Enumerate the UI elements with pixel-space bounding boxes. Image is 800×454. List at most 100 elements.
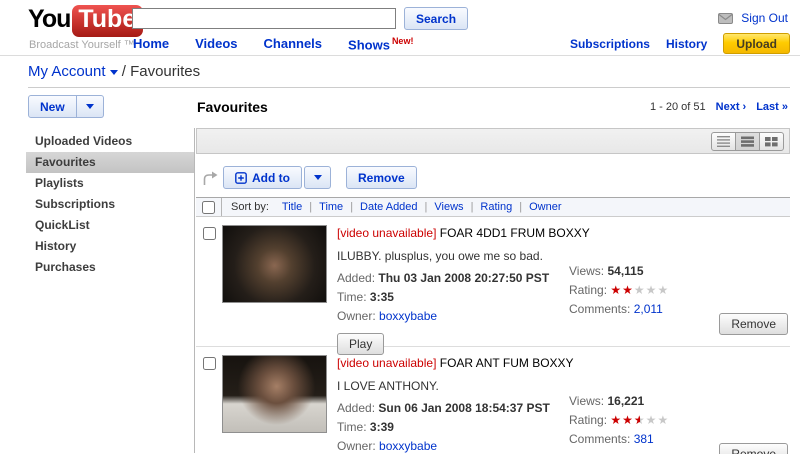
owner-link[interactable]: boxxybabe: [379, 439, 437, 453]
nav-shows[interactable]: Shows New!: [348, 36, 413, 52]
sort-views-link[interactable]: Views: [434, 201, 463, 213]
new-badge: New!: [391, 36, 414, 46]
sidebar-item-history[interactable]: History: [26, 236, 194, 257]
rating-line: Rating: ★★★ ★ ★★: [569, 413, 670, 427]
sort-time-link[interactable]: Time: [319, 201, 343, 213]
remove-selected-button[interactable]: Remove: [346, 166, 417, 189]
content-area: Add to Remove Sort by: Title | Time | Da…: [196, 128, 790, 454]
video-row: [video unavailable] FOAR ANT FUM BOXXY I…: [196, 347, 790, 454]
video-info: [video unavailable] FOAR 4DD1 FRUM BOXXY…: [337, 223, 590, 355]
sign-out-link[interactable]: Sign Out: [741, 11, 788, 25]
sidebar-item-quicklist[interactable]: QuickList: [26, 215, 194, 236]
row-checkbox-cell: [196, 353, 222, 454]
upload-button[interactable]: Upload: [723, 33, 790, 54]
sidebar-item-subscriptions[interactable]: Subscriptions: [26, 194, 194, 215]
views-line: Views: 16,221: [569, 394, 645, 408]
separator: |: [350, 201, 354, 213]
history-link[interactable]: History: [666, 37, 707, 51]
owner-line: Owner: boxxybabe: [337, 309, 438, 323]
sort-title-link[interactable]: Title: [282, 201, 302, 213]
sort-date-added-link[interactable]: Date Added: [360, 201, 418, 213]
subscriptions-link[interactable]: Subscriptions: [570, 37, 650, 51]
utility-bar: [196, 128, 790, 154]
sidebar-item-purchases[interactable]: Purchases: [26, 257, 194, 278]
video-description: ILUBBY. plusplus, you owe me so bad.: [337, 249, 543, 263]
nav-home[interactable]: Home: [133, 36, 169, 52]
remove-video-button[interactable]: Remove: [719, 313, 788, 335]
video-row: [video unavailable] FOAR 4DD1 FRUM BOXXY…: [196, 217, 790, 355]
video-title[interactable]: [video unavailable] FOAR ANT FUM BOXXY: [337, 356, 574, 370]
sort-row: Sort by: Title | Time | Date Added | Vie…: [196, 197, 790, 217]
video-checkbox[interactable]: [202, 357, 216, 370]
video-stats: Views: 16,221 Rating: ★★★ ★ ★★ Comments: 3…: [569, 353, 734, 454]
breadcrumb-my-account[interactable]: My Account: [28, 63, 106, 80]
pagination-next[interactable]: Next ›: [716, 101, 747, 113]
video-description: I LOVE ANTHONY.: [337, 379, 439, 393]
owner-link[interactable]: boxxybabe: [379, 309, 437, 323]
sort-by-label: Sort by:: [231, 201, 269, 213]
account-links: Subscriptions History Upload: [570, 33, 790, 54]
remove-video-button[interactable]: Remove: [719, 443, 788, 454]
nav-videos[interactable]: Videos: [195, 36, 237, 52]
list-compact-view-button[interactable]: [735, 132, 760, 151]
owner-line: Owner: boxxybabe: [337, 439, 438, 453]
separator: |: [519, 201, 523, 213]
separator: |: [424, 201, 428, 213]
page-body: Uploaded Videos Favourites Playlists Sub…: [0, 128, 800, 454]
search-input[interactable]: [132, 8, 396, 29]
logo-you: You: [28, 5, 71, 33]
add-to-dropdown-button[interactable]: [304, 166, 331, 189]
video-info: [video unavailable] FOAR ANT FUM BOXXY I…: [337, 353, 574, 454]
pagination: 1 - 20 of 51 Next › Last »: [650, 101, 788, 113]
search-button[interactable]: Search: [404, 7, 469, 30]
grid-view-button[interactable]: [759, 132, 784, 151]
breadcrumb-separator: /: [121, 63, 126, 80]
video-checkbox[interactable]: [202, 227, 216, 240]
sidebar-item-playlists[interactable]: Playlists: [26, 173, 194, 194]
select-all-checkbox[interactable]: [202, 200, 215, 214]
pagination-range: 1 - 20 of 51: [649, 101, 706, 113]
new-button[interactable]: New: [28, 95, 77, 118]
nav-channels[interactable]: Channels: [264, 36, 323, 52]
unavailable-label: [video unavailable]: [337, 356, 437, 370]
video-thumbnail[interactable]: [222, 225, 327, 303]
comments-line: Comments: 2,011: [569, 302, 663, 316]
sort-rating-link[interactable]: Rating: [480, 201, 512, 213]
youtube-account-page: You Tube Broadcast Yourself ™ Search Sign…: [0, 0, 800, 454]
view-toggle-group: [711, 132, 784, 151]
new-button-group: New: [28, 95, 104, 118]
sidebar-item-favourites[interactable]: Favourites: [26, 152, 194, 173]
sidebar-item-uploaded-videos[interactable]: Uploaded Videos: [26, 131, 194, 152]
grid-icon: [765, 137, 778, 147]
header: You Tube Broadcast Yourself ™ Search Sign…: [0, 0, 800, 56]
select-all-cell: [196, 198, 222, 216]
curved-arrow-icon: [201, 170, 219, 186]
main-nav: Home Videos Channels Shows New!: [133, 36, 413, 52]
sort-owner-link[interactable]: Owner: [529, 201, 561, 213]
page-title: Favourites: [197, 99, 268, 115]
comments-link[interactable]: 381: [634, 432, 654, 446]
time-line: Time: 3:35: [337, 290, 394, 304]
comments-line: Comments: 381: [569, 432, 654, 446]
chevron-down-icon: [313, 175, 322, 180]
separator: |: [309, 201, 313, 213]
add-to-button[interactable]: Add to: [223, 166, 302, 189]
list-compact-icon: [741, 136, 754, 147]
separator: |: [470, 201, 474, 213]
new-dropdown-button[interactable]: [76, 95, 104, 118]
actions-toolbar: Add to Remove: [196, 166, 790, 189]
chevron-down-icon[interactable]: [109, 69, 118, 75]
breadcrumb: My Account / Favourites: [28, 56, 790, 88]
pagination-last[interactable]: Last »: [756, 101, 788, 113]
list-detail-icon: [717, 136, 730, 147]
video-title[interactable]: [video unavailable] FOAR 4DD1 FRUM BOXXY: [337, 226, 590, 240]
plus-box-icon: [235, 171, 247, 184]
breadcrumb-current: Favourites: [130, 63, 201, 80]
comments-link[interactable]: 2,011: [634, 302, 663, 316]
sidebar-list: Uploaded Videos Favourites Playlists Sub…: [26, 131, 194, 278]
list-detail-view-button[interactable]: [711, 132, 736, 151]
video-thumbnail[interactable]: [222, 355, 327, 433]
youtube-logo[interactable]: You Tube: [28, 5, 144, 37]
time-line: Time: 3:39: [337, 420, 394, 434]
envelope-icon[interactable]: [718, 12, 734, 24]
